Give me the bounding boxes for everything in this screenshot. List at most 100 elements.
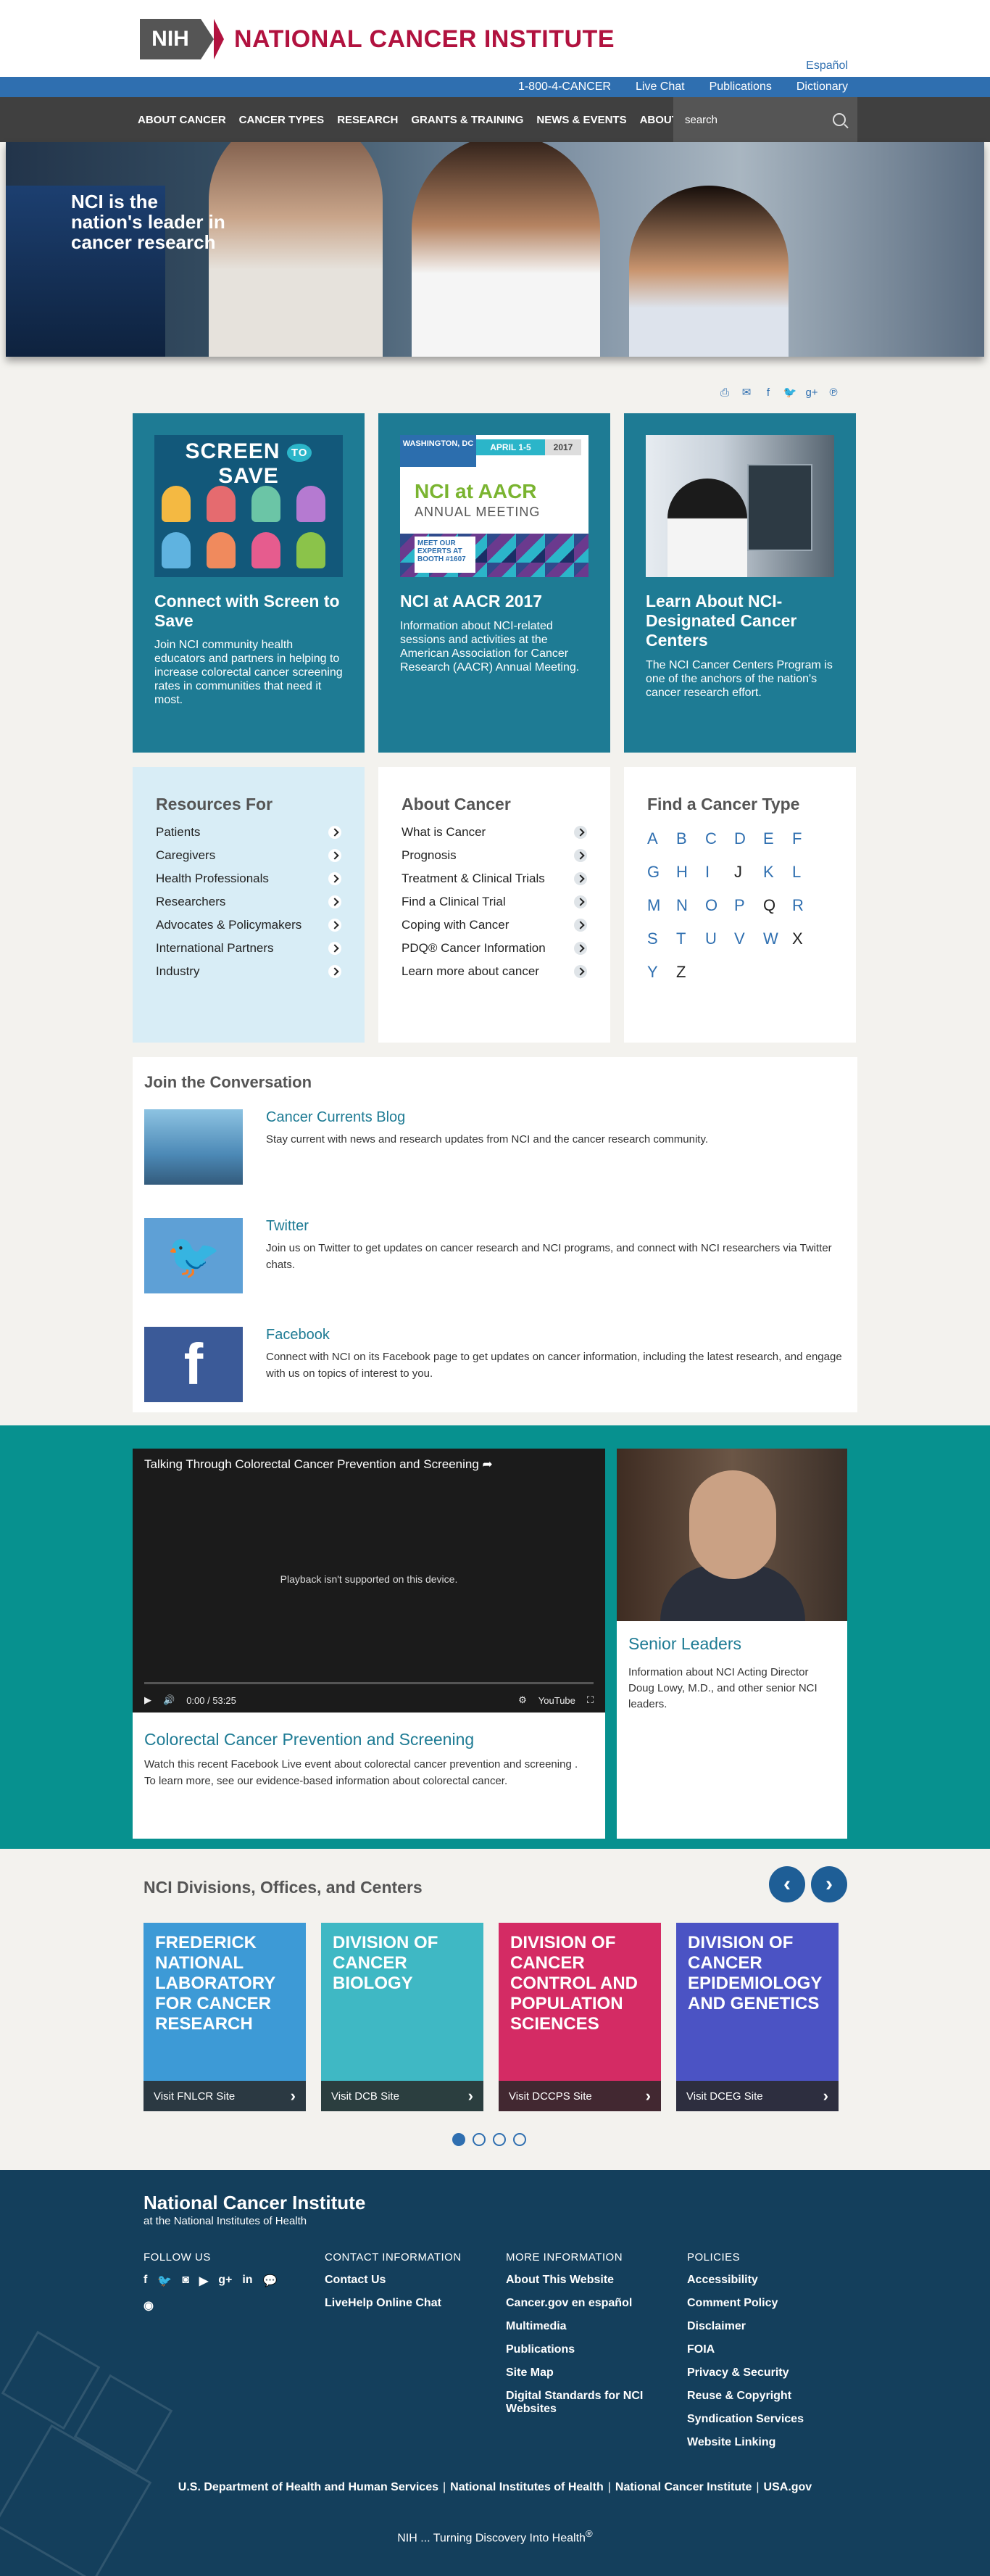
letter-o[interactable]: O xyxy=(705,896,734,915)
footer-link[interactable]: Contact Us xyxy=(325,2274,499,2287)
feature-title[interactable]: Connect with Screen to Save xyxy=(154,592,343,631)
resource-link[interactable]: Patients xyxy=(156,825,341,840)
about-cancer-link[interactable]: Learn more about cancer xyxy=(402,964,587,979)
letter-k[interactable]: K xyxy=(763,863,792,882)
carousel-dot[interactable] xyxy=(452,2133,465,2146)
division-card-fnlcr[interactable]: FREDERICK NATIONAL LABORATORY FOR CANCER… xyxy=(143,1923,306,2111)
division-link[interactable]: Visit FNLCR Site › xyxy=(143,2081,306,2111)
live-chat-link[interactable]: Live Chat xyxy=(636,80,685,94)
resource-link[interactable]: Industry xyxy=(156,964,341,979)
footer-link[interactable]: FOIA xyxy=(687,2343,861,2356)
espanol-link[interactable]: Español xyxy=(806,59,848,73)
footer-link[interactable]: Digital Standards for NCI Websites xyxy=(506,2390,658,2416)
letter-s[interactable]: S xyxy=(647,929,676,948)
video-player[interactable]: Talking Through Colorectal Cancer Preven… xyxy=(133,1449,605,1712)
letter-d[interactable]: D xyxy=(734,829,763,848)
publications-link[interactable]: Publications xyxy=(710,80,772,94)
letter-a[interactable]: A xyxy=(647,829,676,848)
googleplus-icon[interactable]: g+ xyxy=(804,386,819,399)
letter-e[interactable]: E xyxy=(763,829,792,848)
footer-link[interactable]: Multimedia xyxy=(506,2320,658,2333)
division-card-dceg[interactable]: DIVISION OF CANCER EPIDEMIOLOGY AND GENE… xyxy=(676,1923,839,2111)
feature-title[interactable]: Learn About NCI-Designated Cancer Center… xyxy=(646,592,834,650)
nav-cancer-types[interactable]: CANCER TYPES xyxy=(239,114,325,126)
usagov-link[interactable]: USA.gov xyxy=(764,2481,812,2493)
carousel-dot[interactable] xyxy=(493,2133,506,2146)
footer-link[interactable]: Site Map xyxy=(506,2366,658,2380)
twitter-icon[interactable]: 🐦 xyxy=(783,386,797,399)
letter-n[interactable]: N xyxy=(676,896,705,915)
about-cancer-link[interactable]: What is Cancer xyxy=(402,825,587,840)
video-progress-bar[interactable] xyxy=(144,1682,594,1684)
carousel-next-button[interactable]: › xyxy=(811,1866,847,1902)
footer-link[interactable]: Website Linking xyxy=(687,2436,861,2449)
nci-link[interactable]: National Cancer Institute xyxy=(615,2481,752,2493)
footer-link[interactable]: Syndication Services xyxy=(687,2413,861,2426)
footer-link[interactable]: Disclaimer xyxy=(687,2320,861,2333)
resource-link[interactable]: International Partners xyxy=(156,941,341,956)
letter-p[interactable]: P xyxy=(734,896,763,915)
footer-link[interactable]: Publications xyxy=(506,2343,658,2356)
division-card-dccps[interactable]: DIVISION OF CANCER CONTROL AND POPULATIO… xyxy=(499,1923,661,2111)
twitter-icon[interactable]: 🐦 xyxy=(157,2274,172,2288)
footer-link[interactable]: Reuse & Copyright xyxy=(687,2390,861,2403)
letter-i[interactable]: I xyxy=(705,863,734,882)
nav-news-events[interactable]: NEWS & EVENTS xyxy=(536,114,626,126)
blog-thumbnail[interactable] xyxy=(144,1109,243,1185)
instagram-icon[interactable]: ◙ xyxy=(182,2274,189,2288)
play-icon[interactable]: ▶ xyxy=(144,1694,151,1706)
division-card-dcb[interactable]: DIVISION OF CANCER BIOLOGY Visit DCB Sit… xyxy=(321,1923,483,2111)
linkedin-icon[interactable]: in xyxy=(242,2274,252,2288)
letter-b[interactable]: B xyxy=(676,829,705,848)
about-cancer-link[interactable]: Find a Clinical Trial xyxy=(402,895,587,909)
nav-about-cancer[interactable]: ABOUT CANCER xyxy=(138,114,226,126)
footer-link[interactable]: About This Website xyxy=(506,2274,658,2287)
search-input[interactable]: search xyxy=(673,97,857,142)
nav-grants-training[interactable]: GRANTS & TRAINING xyxy=(411,114,523,126)
resource-link[interactable]: Researchers xyxy=(156,895,341,909)
search-icon[interactable] xyxy=(833,113,846,126)
site-logo[interactable]: NIH NATIONAL CANCER INSTITUTE xyxy=(140,19,615,59)
pinterest-icon[interactable]: ℗ xyxy=(826,386,841,399)
letter-l[interactable]: L xyxy=(792,863,821,882)
footer-link[interactable]: Accessibility xyxy=(687,2274,861,2287)
letter-m[interactable]: M xyxy=(647,896,676,915)
about-cancer-link[interactable]: Coping with Cancer xyxy=(402,918,587,932)
division-link[interactable]: Visit DCB Site › xyxy=(321,2081,483,2111)
letter-w[interactable]: W xyxy=(763,929,792,948)
phone-link[interactable]: 1-800-4-CANCER xyxy=(518,80,611,94)
feature-card-aacr[interactable]: WASHINGTON, DC APRIL 1-5 2017 NCI at AAC… xyxy=(378,413,610,753)
volume-icon[interactable]: 🔊 xyxy=(163,1694,175,1706)
print-icon[interactable]: ⎙ xyxy=(717,386,732,399)
feature-card-cancer-centers[interactable]: Learn About NCI-Designated Cancer Center… xyxy=(624,413,856,753)
footer-link[interactable]: LiveHelp Online Chat xyxy=(325,2297,499,2310)
about-cancer-link[interactable]: PDQ® Cancer Information xyxy=(402,941,587,956)
dictionary-link[interactable]: Dictionary xyxy=(796,80,848,94)
conversation-title[interactable]: Facebook xyxy=(266,1327,330,1343)
feature-card-screen-to-save[interactable]: SCREEN TO SAVE Connect with Screen to Sa… xyxy=(133,413,365,753)
twitter-icon[interactable]: 🐦 xyxy=(144,1218,243,1293)
youtube-icon[interactable]: ▶ xyxy=(199,2274,208,2288)
letter-r[interactable]: R xyxy=(792,896,821,915)
resource-link[interactable]: Caregivers xyxy=(156,848,341,863)
senior-leaders-card[interactable]: Senior Leaders Information about NCI Act… xyxy=(617,1449,847,1839)
letter-g[interactable]: G xyxy=(647,863,676,882)
about-cancer-link[interactable]: Treatment & Clinical Trials xyxy=(402,871,587,886)
letter-t[interactable]: T xyxy=(676,929,705,948)
letter-c[interactable]: C xyxy=(705,829,734,848)
email-icon[interactable]: ✉ xyxy=(739,386,754,399)
facebook-icon[interactable]: f xyxy=(143,2274,147,2288)
letter-h[interactable]: H xyxy=(676,863,705,882)
letter-y[interactable]: Y xyxy=(647,963,676,982)
division-link[interactable]: Visit DCCPS Site › xyxy=(499,2081,661,2111)
resource-link[interactable]: Advocates & Policymakers xyxy=(156,918,341,932)
leaders-title[interactable]: Senior Leaders xyxy=(628,1634,741,1654)
carousel-dot[interactable] xyxy=(473,2133,486,2146)
footer-link[interactable]: Comment Policy xyxy=(687,2297,861,2310)
nih-link[interactable]: National Institutes of Health xyxy=(450,2481,604,2493)
rss-icon[interactable]: ◉ xyxy=(143,2298,154,2313)
hhs-link[interactable]: U.S. Department of Health and Human Serv… xyxy=(178,2481,438,2493)
division-link[interactable]: Visit DCEG Site › xyxy=(676,2081,839,2111)
footer-link[interactable]: Cancer.gov en español xyxy=(506,2297,658,2310)
conversation-title[interactable]: Cancer Currents Blog xyxy=(266,1109,405,1126)
